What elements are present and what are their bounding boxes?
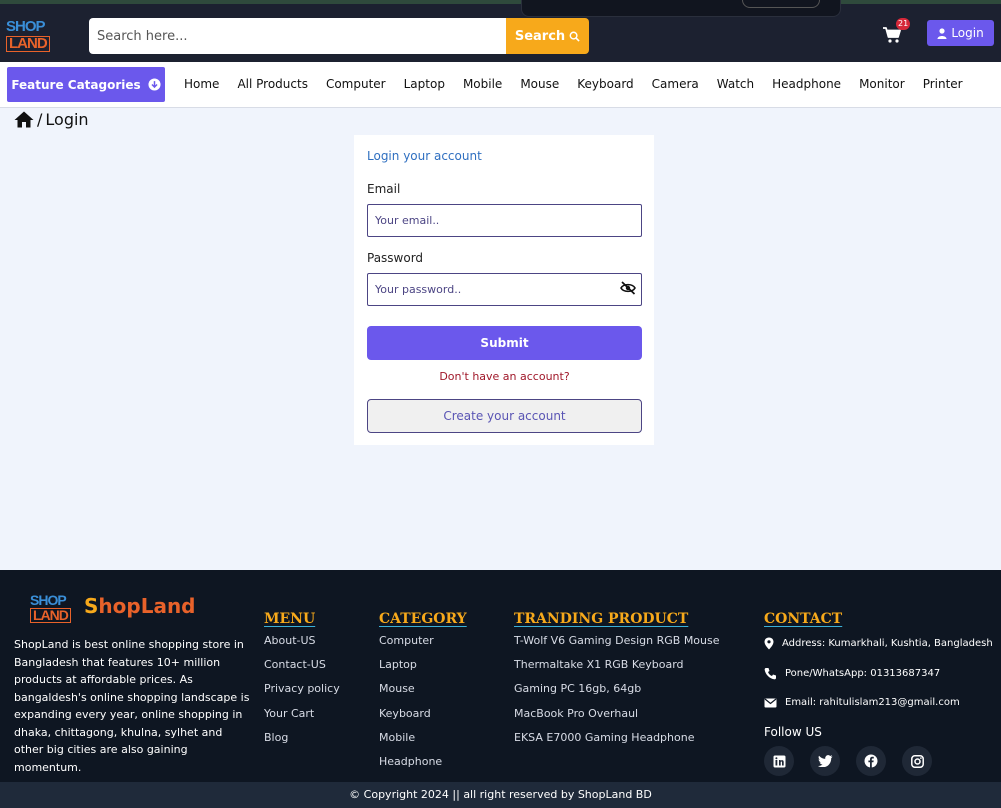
category-nav: Feature Catagories Home All Products Com… xyxy=(0,62,1001,108)
linkedin-icon[interactable] xyxy=(764,746,794,776)
contact-email-text: Email: rahitulislam213@gmail.com xyxy=(785,697,960,708)
footer-category-item[interactable]: Keyboard xyxy=(379,707,442,731)
footer-menu-item[interactable]: Blog xyxy=(264,731,340,755)
twitter-icon[interactable] xyxy=(810,746,840,776)
login-button[interactable]: Login xyxy=(927,20,994,46)
footer-brand-prefix: S xyxy=(84,594,99,618)
search-button[interactable]: Search xyxy=(506,18,589,54)
footer-category-item[interactable]: Mobile xyxy=(379,731,442,755)
footer-category-item[interactable]: Computer xyxy=(379,634,442,658)
arrow-down-circle-icon xyxy=(148,78,161,91)
nav-link-mobile[interactable]: Mobile xyxy=(454,77,511,91)
follow-us-label: Follow US xyxy=(764,725,822,739)
nav-link-laptop[interactable]: Laptop xyxy=(395,77,454,91)
footer-trending-list: T-Wolf V6 Gaming Design RGB Mouse Therma… xyxy=(514,634,720,755)
social-links xyxy=(764,746,932,776)
footer-contact-heading: CONTACT xyxy=(764,611,843,627)
footer-menu-heading: MENU xyxy=(264,611,316,627)
footer-category-item[interactable]: Headphone xyxy=(379,755,442,779)
home-icon[interactable] xyxy=(14,111,34,128)
feature-categories-button[interactable]: Feature Catagories xyxy=(7,67,165,102)
envelope-icon xyxy=(764,698,777,707)
nav-link-camera[interactable]: Camera xyxy=(643,77,708,91)
login-card: Login your account Email Password Submit… xyxy=(354,135,654,445)
logo-bottom-text: LAND xyxy=(6,36,50,52)
nav-link-mouse[interactable]: Mouse xyxy=(511,77,568,91)
nav-link-monitor[interactable]: Monitor xyxy=(850,77,914,91)
contact-address-text: Address: Kumarkhali, Kushtia, Bangladesh xyxy=(782,638,993,649)
contact-phone: Pone/WhatsApp: 01313687347 xyxy=(764,667,940,680)
location-pin-icon xyxy=(764,637,774,650)
cart-count-badge: 21 xyxy=(896,18,911,30)
footer-menu-item[interactable]: Privacy policy xyxy=(264,682,340,706)
footer-brand-rest: hopLand xyxy=(98,594,196,618)
footer-menu-item[interactable]: Contact-US xyxy=(264,658,340,682)
instagram-icon[interactable] xyxy=(902,746,932,776)
top-header: SHOP LAND Search xyxy=(0,0,1001,62)
email-label: Email xyxy=(367,182,401,196)
email-field[interactable] xyxy=(367,204,642,237)
phone-icon xyxy=(764,668,776,680)
footer-trending-item[interactable]: EKSA E7000 Gaming Headphone xyxy=(514,731,720,755)
nav-link-printer[interactable]: Printer xyxy=(914,77,972,91)
copyright-text: © Copyright 2024 || all right reserved b… xyxy=(0,782,1001,808)
nav-links: Home All Products Computer Laptop Mobile… xyxy=(175,74,972,94)
nav-link-home[interactable]: Home xyxy=(175,77,228,91)
facebook-icon[interactable] xyxy=(856,746,886,776)
footer: SHOP LAND ShopLand ShopLand is best onli… xyxy=(0,570,1001,782)
nav-link-computer[interactable]: Computer xyxy=(317,77,395,91)
login-button-label: Login xyxy=(951,26,984,40)
create-account-button[interactable]: Create your account xyxy=(367,399,642,433)
password-label: Password xyxy=(367,251,424,265)
breadcrumb: / Login xyxy=(14,108,89,130)
nav-link-watch[interactable]: Watch xyxy=(708,77,763,91)
footer-category-heading: CATEGORY xyxy=(379,611,467,627)
footer-menu-item[interactable]: About-US xyxy=(264,634,340,658)
footer-menu-list: About-US Contact-US Privacy policy Your … xyxy=(264,634,340,755)
nav-link-all-products[interactable]: All Products xyxy=(228,77,317,91)
feature-categories-label: Feature Catagories xyxy=(11,77,141,92)
footer-description: ShopLand is best online shopping store i… xyxy=(14,638,250,774)
overlay-popup xyxy=(521,0,841,17)
footer-trending-item[interactable]: MacBook Pro Overhaul xyxy=(514,707,720,731)
footer-category-item[interactable]: Laptop xyxy=(379,658,442,682)
breadcrumb-current: Login xyxy=(45,109,89,129)
contact-address: Address: Kumarkhali, Kushtia, Bangladesh xyxy=(764,637,993,650)
nav-link-headphone[interactable]: Headphone xyxy=(763,77,850,91)
eye-slash-icon[interactable] xyxy=(620,281,636,295)
shopland-logo[interactable]: SHOP LAND xyxy=(6,14,56,56)
footer-trending-heading: TRANDING PRODUCT xyxy=(514,611,689,627)
overlay-pill[interactable] xyxy=(742,0,820,8)
footer-category-item[interactable]: Mouse xyxy=(379,682,442,706)
password-field[interactable] xyxy=(367,273,642,306)
user-icon xyxy=(937,27,947,39)
contact-phone-text: Pone/WhatsApp: 01313687347 xyxy=(785,668,941,679)
search-icon xyxy=(569,31,580,42)
search-input[interactable] xyxy=(89,18,507,54)
no-account-text: Don't have an account? xyxy=(439,370,570,383)
footer-trending-item[interactable]: T-Wolf V6 Gaming Design RGB Mouse xyxy=(514,634,720,658)
footer-logo-top-text: SHOP xyxy=(30,592,67,608)
footer-brand-name: ShopLand xyxy=(84,594,196,618)
logo-top-text: SHOP xyxy=(6,18,46,35)
submit-button[interactable]: Submit xyxy=(367,326,642,360)
footer-trending-item[interactable]: Thermaltake X1 RGB Keyboard xyxy=(514,658,720,682)
search-button-label: Search xyxy=(514,28,566,44)
login-title: Login your account xyxy=(367,149,482,163)
footer-logo[interactable]: SHOP LAND xyxy=(30,588,78,626)
nav-link-keyboard[interactable]: Keyboard xyxy=(568,77,642,91)
footer-category-list: Computer Laptop Mouse Keyboard Mobile He… xyxy=(379,634,442,779)
breadcrumb-separator: / xyxy=(37,109,43,129)
footer-trending-item[interactable]: Gaming PC 16gb, 64gb xyxy=(514,682,720,706)
contact-email: Email: rahitulislam213@gmail.com xyxy=(764,697,960,708)
footer-logo-bottom-text: LAND xyxy=(30,608,71,623)
footer-menu-item[interactable]: Your Cart xyxy=(264,707,340,731)
